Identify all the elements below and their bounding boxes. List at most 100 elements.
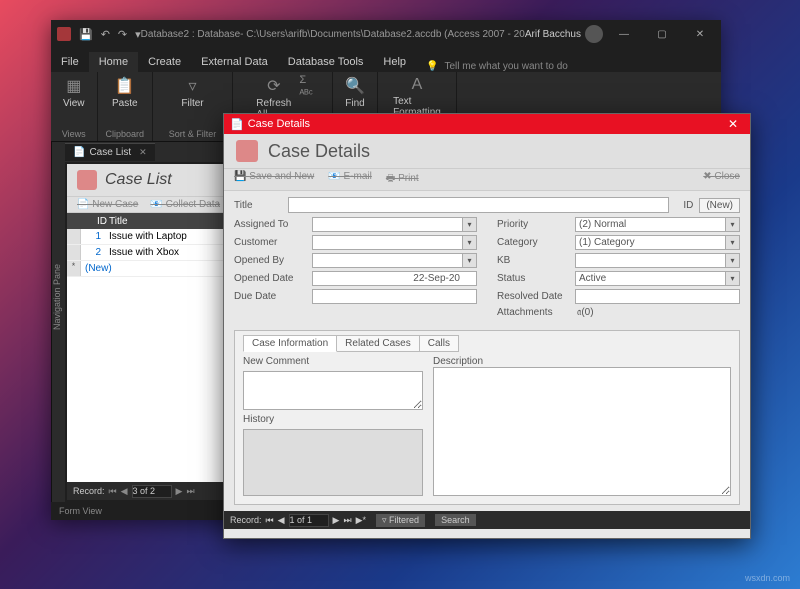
avatar[interactable] xyxy=(585,25,603,43)
chevron-down-icon[interactable]: ▾ xyxy=(462,218,476,231)
customer-combo[interactable]: ▾ xyxy=(312,235,477,250)
prev-record-button[interactable]: ◀ xyxy=(278,515,285,526)
resolved-date-field[interactable] xyxy=(575,289,740,304)
filtered-chip[interactable]: ▿ Filtered xyxy=(376,514,425,527)
print-link[interactable]: 🖶 Print xyxy=(386,171,419,188)
close-button[interactable]: ✕ xyxy=(683,20,717,48)
filter-button[interactable]: ▿Filter xyxy=(177,74,207,111)
watermark: wsxdn.com xyxy=(745,573,790,583)
case-details-window: 📄 Case Details ✕ Case Details 💾 Save and… xyxy=(223,113,751,539)
qat-redo-icon[interactable]: ↷ xyxy=(118,28,127,41)
last-record-button[interactable]: ⏭ xyxy=(186,486,194,497)
id-value: (New) xyxy=(699,198,740,213)
left-column: Assigned To▾ Customer▾ Opened By▾ Opened… xyxy=(234,217,477,318)
record-label: Record: xyxy=(73,486,105,496)
last-record-button[interactable]: ⏭ xyxy=(343,515,351,526)
cell-id[interactable]: 2 xyxy=(81,247,105,258)
case-details-icon xyxy=(236,140,258,162)
chevron-down-icon[interactable]: ▾ xyxy=(462,236,476,249)
tell-me-search[interactable]: 💡Tell me what you want to do xyxy=(426,61,568,72)
details-close-button[interactable]: ✕ xyxy=(716,117,750,131)
record-position[interactable] xyxy=(132,485,172,498)
chevron-down-icon[interactable]: ▾ xyxy=(462,254,476,267)
prev-record-button[interactable]: ◀ xyxy=(121,486,128,497)
case-list-icon xyxy=(77,170,97,190)
row-selector[interactable]: * xyxy=(67,261,81,276)
form-title: Case List xyxy=(105,171,172,189)
filter-icon: ▿ xyxy=(189,76,197,96)
form-icon: 📄 xyxy=(230,118,244,131)
chevron-down-icon[interactable]: ▾ xyxy=(725,236,739,249)
tab-calls[interactable]: Calls xyxy=(419,335,459,352)
row-selector[interactable] xyxy=(67,229,81,244)
tab-file[interactable]: File xyxy=(51,52,89,72)
navigation-pane[interactable]: Navigation Pane xyxy=(51,142,65,502)
totals-icon[interactable]: Σ xyxy=(299,74,312,86)
next-record-button[interactable]: ▶ xyxy=(333,515,340,526)
opened-date-field[interactable]: 22-Sep-20 xyxy=(312,271,477,286)
tab-create[interactable]: Create xyxy=(138,52,191,72)
group-label-views: Views xyxy=(62,129,86,139)
tab-home[interactable]: Home xyxy=(89,52,138,72)
refresh-icon: ⟳ xyxy=(267,76,280,96)
tab-external-data[interactable]: External Data xyxy=(191,52,278,72)
view-button[interactable]: ▦View xyxy=(59,74,89,111)
resolved-date-label: Resolved Date xyxy=(497,291,569,302)
details-tabs: Case Information Related Cases Calls New… xyxy=(234,330,740,505)
collect-data-link[interactable]: 📧 Collect Data xyxy=(150,199,220,210)
group-label-sort: Sort & Filter xyxy=(169,129,217,139)
kb-label: KB xyxy=(497,255,569,266)
qat-save-icon[interactable]: 💾 xyxy=(79,28,93,41)
due-date-field[interactable] xyxy=(312,289,477,304)
spelling-icon[interactable]: ᴬᴮᶜ xyxy=(299,88,312,100)
new-row-label[interactable]: (New) xyxy=(81,263,105,274)
due-date-label: Due Date xyxy=(234,291,306,302)
first-record-button[interactable]: ⏮ xyxy=(109,486,117,497)
record-position[interactable] xyxy=(289,514,329,527)
ribbon-tabstrip: File Home Create External Data Database … xyxy=(51,48,721,72)
new-comment-input[interactable] xyxy=(243,371,423,410)
details-form: Title ID (New) Assigned To▾ Customer▾ Op… xyxy=(224,191,750,511)
category-combo[interactable]: (1) Category▾ xyxy=(575,235,740,250)
tab-help[interactable]: Help xyxy=(373,52,416,72)
tab-case-information[interactable]: Case Information xyxy=(243,335,337,352)
new-record-button[interactable]: ▶* xyxy=(356,515,366,526)
search-chip[interactable]: Search xyxy=(435,514,476,526)
email-link[interactable]: 📧 E-mail xyxy=(328,171,372,188)
title-input[interactable] xyxy=(288,197,669,213)
tab-related-cases[interactable]: Related Cases xyxy=(336,335,420,352)
chevron-down-icon[interactable]: ▾ xyxy=(725,254,739,267)
opened-by-combo[interactable]: ▾ xyxy=(312,253,477,268)
new-case-link[interactable]: 📄 New Case xyxy=(77,199,138,210)
view-icon: ▦ xyxy=(66,76,81,96)
status-combo[interactable]: Active▾ xyxy=(575,271,740,286)
maximize-button[interactable]: ▢ xyxy=(645,20,679,48)
close-link[interactable]: ✖ Close xyxy=(703,171,740,188)
first-record-button[interactable]: ⏮ xyxy=(266,515,274,526)
tab-database-tools[interactable]: Database Tools xyxy=(278,52,374,72)
row-selector[interactable] xyxy=(67,245,81,260)
chevron-down-icon[interactable]: ▾ xyxy=(725,218,739,231)
assigned-to-combo[interactable]: ▾ xyxy=(312,217,477,232)
cell-id[interactable]: 1 xyxy=(81,231,105,242)
find-icon: 🔍 xyxy=(345,76,365,96)
next-record-button[interactable]: ▶ xyxy=(176,486,183,497)
attachments-value[interactable]: 𝔞(0) xyxy=(575,307,740,318)
find-button[interactable]: 🔍Find xyxy=(341,74,369,111)
save-and-new-link[interactable]: 💾 Save and New xyxy=(234,171,314,188)
minimize-button[interactable]: — xyxy=(607,20,641,48)
doc-tab-case-list[interactable]: 📄 Case List ✕ xyxy=(65,143,155,161)
description-input[interactable] xyxy=(433,367,731,496)
new-comment-label: New Comment xyxy=(243,356,423,367)
paste-icon: 📋 xyxy=(115,76,135,96)
close-tab-icon[interactable]: ✕ xyxy=(139,147,147,158)
priority-combo[interactable]: (2) Normal▾ xyxy=(575,217,740,232)
kb-combo[interactable]: ▾ xyxy=(575,253,740,268)
user-name[interactable]: Arif Bacchus xyxy=(525,29,581,40)
col-header-id[interactable]: ID xyxy=(81,216,105,227)
paste-button[interactable]: 📋Paste xyxy=(108,74,142,111)
title-label: Title xyxy=(234,200,282,211)
assigned-to-label: Assigned To xyxy=(234,219,306,230)
qat-undo-icon[interactable]: ↶ xyxy=(101,28,110,41)
chevron-down-icon[interactable]: ▾ xyxy=(725,272,739,285)
